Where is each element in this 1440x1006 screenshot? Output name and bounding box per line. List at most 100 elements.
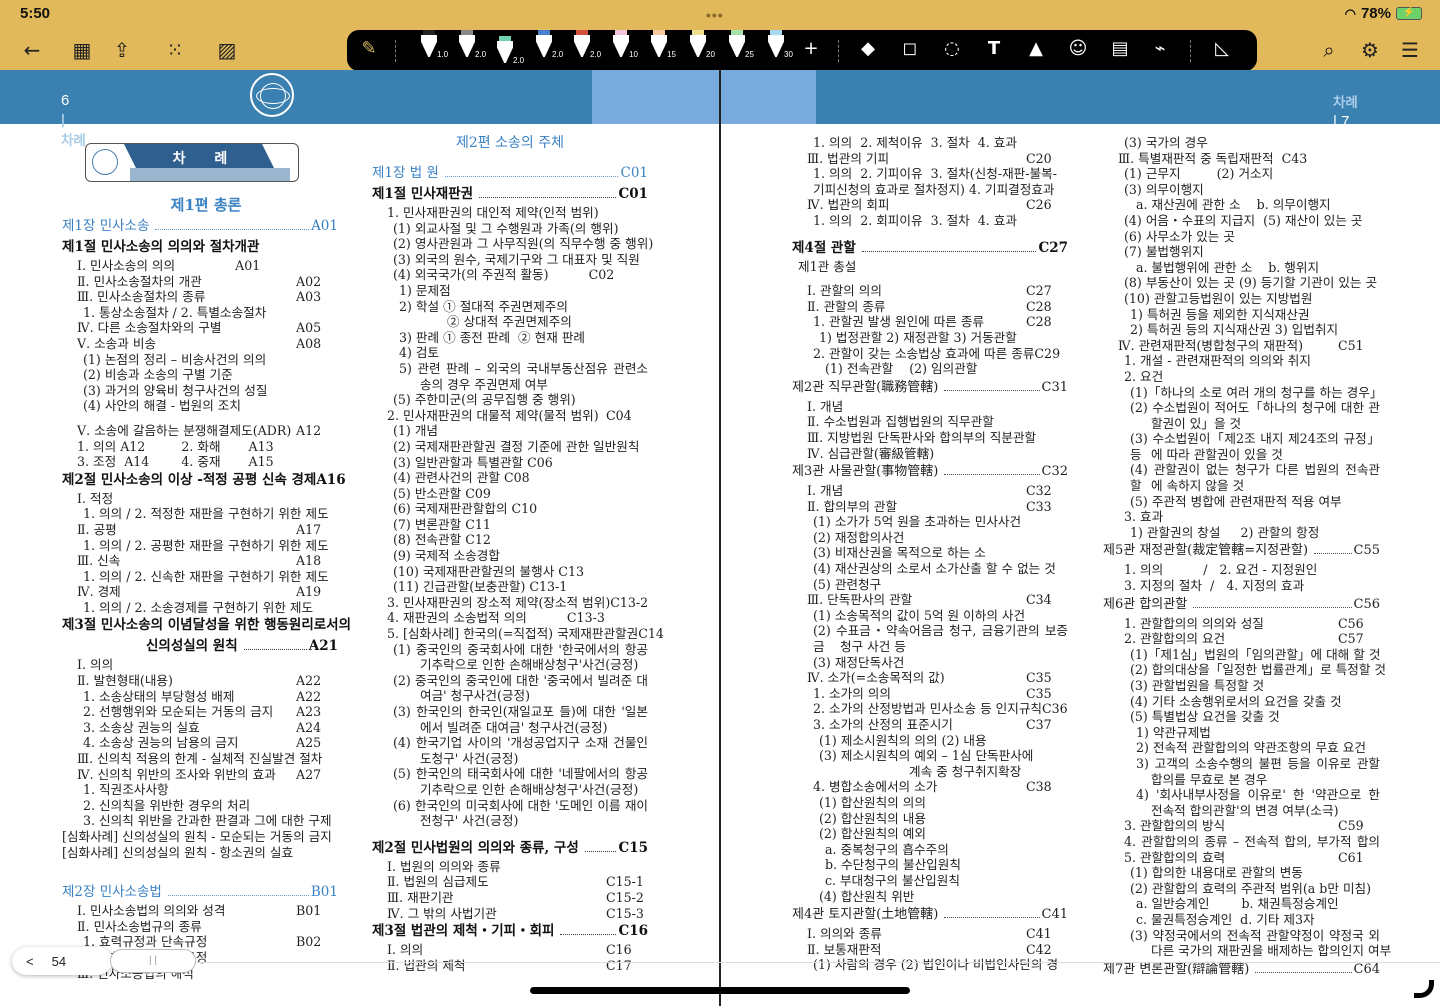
entry-text: (1)「제1심」법원의「임의관할」에 대해 할 것 (1130, 646, 1381, 662)
pen-tool-5[interactable]: 2.0 (573, 30, 601, 60)
entry-text: (4) 어음・수표의 지급지 (5) 재산이 있는 곳 (1124, 212, 1363, 228)
entry-text: Ⅰ. 민사소송의 의의 A01 (77, 258, 261, 273)
search-icon[interactable]: ⌕ (1316, 38, 1342, 62)
comment-icon[interactable]: ▤ (1108, 38, 1132, 59)
entry-text: Ⅰ. 개념 (807, 483, 844, 499)
entry-text: (8) 전속관할 C12 (393, 532, 491, 548)
entry-text: (3) 제소시원칙의 예외 – 1심 단독판사에 (819, 748, 1034, 764)
lasso-icon[interactable]: ◌ (940, 38, 964, 59)
toc-entry: 5) 관련 판례 – 외국의 국내부동산점유 관련소 (372, 361, 648, 377)
pen-tool-3[interactable]: 2.0 (496, 36, 524, 66)
shapes-icon[interactable]: ◻ (898, 38, 922, 59)
toc-entry: 1. 의의 2. 회피이유 3. 절차 4. 효과 (792, 213, 1068, 229)
entry-text: 1. 의의 / 2. 신속한 재판을 구현하기 위한 제도 (83, 568, 329, 584)
entry-text: 1. 민사재판권의 대인적 제약(인적 범위) (387, 205, 599, 220)
entry-text: (1) 합의한 내용대로 관할의 변동 (1130, 865, 1303, 881)
toc-entry: Ⅰ. 법원의 의의와 종류 (372, 859, 648, 875)
export-share-icon[interactable]: ⇪ (109, 38, 135, 62)
back-arrow-icon[interactable]: ← (19, 38, 45, 62)
toc-chapter-heading: 제1장 법 원 C01 (372, 163, 648, 184)
pen-color-cap (653, 30, 665, 35)
image-icon[interactable]: ▲ (1024, 38, 1048, 59)
page-curl-icon[interactable] (1414, 980, 1434, 998)
toc-entry: 계속 중 청구취지확장 (792, 764, 1068, 780)
entry-text: (1)「하나의 소로 여러 개의 청구를 하는 경우」 (1130, 384, 1383, 400)
toc-entry: 1. 의의 / 2. 소송경제를 구현하기 위한 제도 (62, 600, 338, 616)
toc-entry: 2. 요건 (1103, 369, 1380, 385)
page-ref: A12 (296, 422, 322, 438)
heading-text: 제4절 관할 (792, 239, 856, 256)
crop-ruler-icon[interactable]: ◺ (1210, 38, 1234, 59)
home-indicator[interactable] (530, 987, 910, 994)
toc-entry: (1) 중국인의 중국회사에 대한 '한국에서의 항공 (372, 642, 648, 658)
toc-entry: 2. 신의칙을 위반한 경우의 처리 (62, 798, 338, 814)
entry-text: (6) 국제재판관할합의 C10 (393, 501, 538, 517)
page-ref: A03 (296, 289, 322, 305)
toc-entry: 1) 법정관할 2) 재정관할 3) 거동관할 (792, 330, 1068, 346)
toc-entry: 송의 경우 주권면제 여부 (372, 377, 648, 393)
dot-leader (944, 474, 1040, 476)
page-settings-icon[interactable]: ⚙ (1357, 38, 1383, 62)
pen-tool-2[interactable]: 2.0 (458, 30, 486, 60)
entry-text: (3) 국가의 경우 (1124, 135, 1208, 150)
pen-tip-icon (459, 35, 475, 57)
read-only-toggle-icon[interactable]: ▨ (214, 38, 240, 62)
entry-text: 1. 관할합의의 의의와 성질 (1124, 615, 1264, 631)
toc-entry: 도청구' 사건(긍정) (372, 751, 648, 767)
outline-menu-icon[interactable]: ☰ (1397, 38, 1423, 62)
page-ref: A24 (296, 719, 322, 735)
entry-text: Ⅳ. 그 밖의 사법기관 (387, 905, 497, 921)
entry-text: 1. 소송상태의 부당형성 배제 (83, 688, 235, 704)
page-ref: A22 (296, 688, 322, 704)
toc-entry: (4) 관련사건의 관할 C08 (372, 470, 648, 486)
page-scrubber-track[interactable] (110, 962, 1440, 963)
page-scrubber-handle[interactable]: | | (110, 949, 196, 973)
entry-text: 3. 신의칙 위반을 간과한 판결과 그에 대한 구제 (83, 813, 332, 829)
sticker-icon[interactable]: ☺ (1066, 38, 1090, 59)
entry-text: (3) 일반관할과 특별관할 C06 (393, 454, 553, 470)
page-navigator[interactable]: < 54 (12, 947, 112, 975)
pen-tool-9[interactable]: 25 (728, 30, 754, 60)
pen-bluetooth-icon[interactable]: ✎ (357, 38, 381, 59)
eraser-icon[interactable]: ◆ (856, 38, 880, 59)
pen-tool-7[interactable]: 15 (650, 30, 676, 60)
toc-title: 차 례 (172, 151, 240, 167)
heading-text: 제2장 민사소송법 (62, 884, 162, 901)
toc-entry: (2) 합산원칙의 내용 (792, 811, 1068, 827)
multitask-dots-icon[interactable]: ••• (706, 7, 724, 23)
page-ref: C56 (1353, 596, 1381, 612)
add-pen-icon[interactable]: + (799, 38, 823, 59)
laser-pointer-icon[interactable]: ⌁ (1148, 38, 1172, 59)
entry-text: (10) 국제재판관할권의 불행사 C13 (393, 563, 584, 579)
pen-tool-1[interactable]: 1.0 (420, 30, 448, 60)
entry-text: c. 부대청구의 불산입원칙 (825, 872, 960, 888)
toc-entry: Ⅰ. 적정 (62, 491, 338, 507)
text-tool-icon[interactable]: T (982, 38, 1006, 59)
thumbnails-grid-icon[interactable]: ▦ (69, 38, 95, 62)
entry-text: (4) 재산권상의 소로서 소가산출 할 수 없는 것 (813, 561, 1056, 577)
page-ref: C15 (618, 839, 648, 856)
dot-leader (584, 850, 617, 852)
entry-text: (2) 수소법원이 적어도「하나의 청구에 대한 관 (1130, 400, 1380, 416)
entry-text: Ⅲ. 신속 (77, 553, 121, 569)
toc-chapter-heading: 제2장 민사소송법 B01 (62, 882, 338, 903)
previous-page-icon[interactable]: < (26, 954, 34, 969)
toc-entry: Ⅲ. 신의칙 적용의 한계 - 실체적 진실발견 절차 (62, 751, 338, 767)
toc-entry: 1. 의의 / 2. 신속한 재판을 구현하기 위한 제도 (62, 569, 338, 585)
heading-text: 제1장 법 원 (372, 165, 439, 181)
pen-tool-6[interactable]: 10 (612, 30, 638, 60)
pen-tool-8[interactable]: 20 (689, 30, 715, 60)
toc-entry: 1) 문제점 (372, 283, 648, 299)
pen-tool-4[interactable]: 2.0 (535, 30, 563, 60)
entry-text: 합의를 무효로 본 경우 (1151, 771, 1268, 787)
pen-size-label: 2.0 (552, 50, 564, 59)
page-ref: C35 (1026, 685, 1052, 701)
apps-dots-icon[interactable]: ⁙ (162, 38, 188, 62)
entry-text: Ⅰ. 의의와 종류 (807, 926, 882, 942)
pen-size-label: 10 (629, 50, 638, 59)
pen-tool-10[interactable]: 30 (767, 30, 793, 60)
entry-text: 5. [심화사례] 한국의(=직접적) 국제재판관할권C14 (387, 626, 664, 642)
entry-text: (1) 합산원칙의 의의 (819, 794, 926, 810)
heading-text: 제5관 재정관할(裁定管轄=지정관할) (1103, 543, 1309, 559)
pen-size-label: 30 (784, 50, 793, 59)
